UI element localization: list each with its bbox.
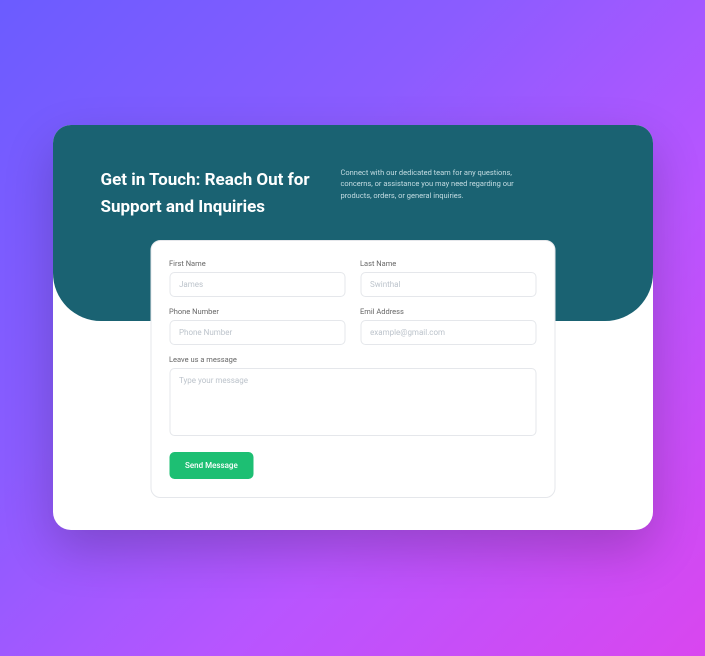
email-label: Emil Address [360,307,536,316]
last-name-input[interactable] [360,272,536,297]
first-name-input[interactable] [169,272,345,297]
phone-label: Phone Number [169,307,345,316]
hero-description: Connect with our dedicated team for any … [341,167,541,201]
message-label: Leave us a message [169,355,536,364]
first-name-label: First Name [169,259,345,268]
phone-input[interactable] [169,320,345,345]
message-input[interactable] [169,368,536,436]
send-message-button[interactable]: Send Message [169,452,254,479]
contact-card: Get in Touch: Reach Out for Support and … [53,125,653,530]
hero-heading: Get in Touch: Reach Out for Support and … [101,167,311,221]
email-input[interactable] [360,320,536,345]
contact-form: First Name Last Name Phone Number Emil A… [150,240,555,498]
last-name-label: Last Name [360,259,536,268]
